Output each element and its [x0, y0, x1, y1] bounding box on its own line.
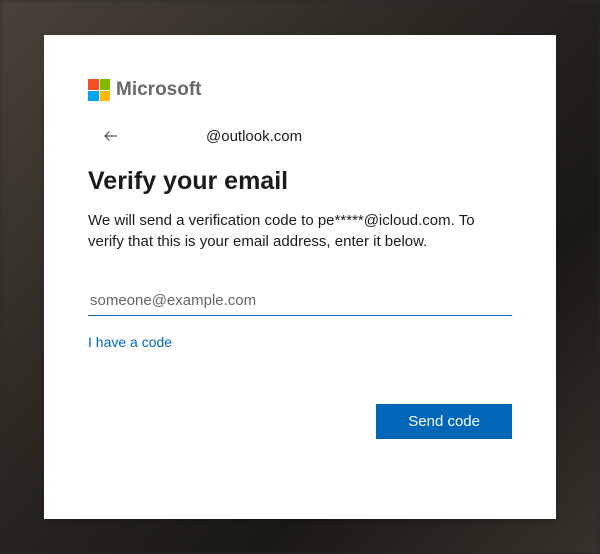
send-code-button[interactable]: Send code — [376, 404, 512, 439]
have-code-link[interactable]: I have a code — [88, 334, 172, 350]
microsoft-logo-icon — [88, 79, 110, 101]
instruction-text: We will send a verification code to pe**… — [88, 210, 512, 252]
microsoft-logo: Microsoft — [88, 79, 512, 101]
email-input[interactable] — [88, 286, 512, 316]
back-button[interactable] — [98, 123, 124, 149]
microsoft-logo-text: Microsoft — [116, 79, 202, 101]
back-arrow-icon — [102, 127, 120, 145]
account-email: @outlook.com — [206, 128, 302, 145]
button-row: Send code — [88, 404, 512, 439]
account-row: @outlook.com — [98, 123, 512, 149]
page-title: Verify your email — [88, 167, 512, 196]
signin-card: Microsoft @outlook.com Verify your email… — [44, 35, 556, 519]
